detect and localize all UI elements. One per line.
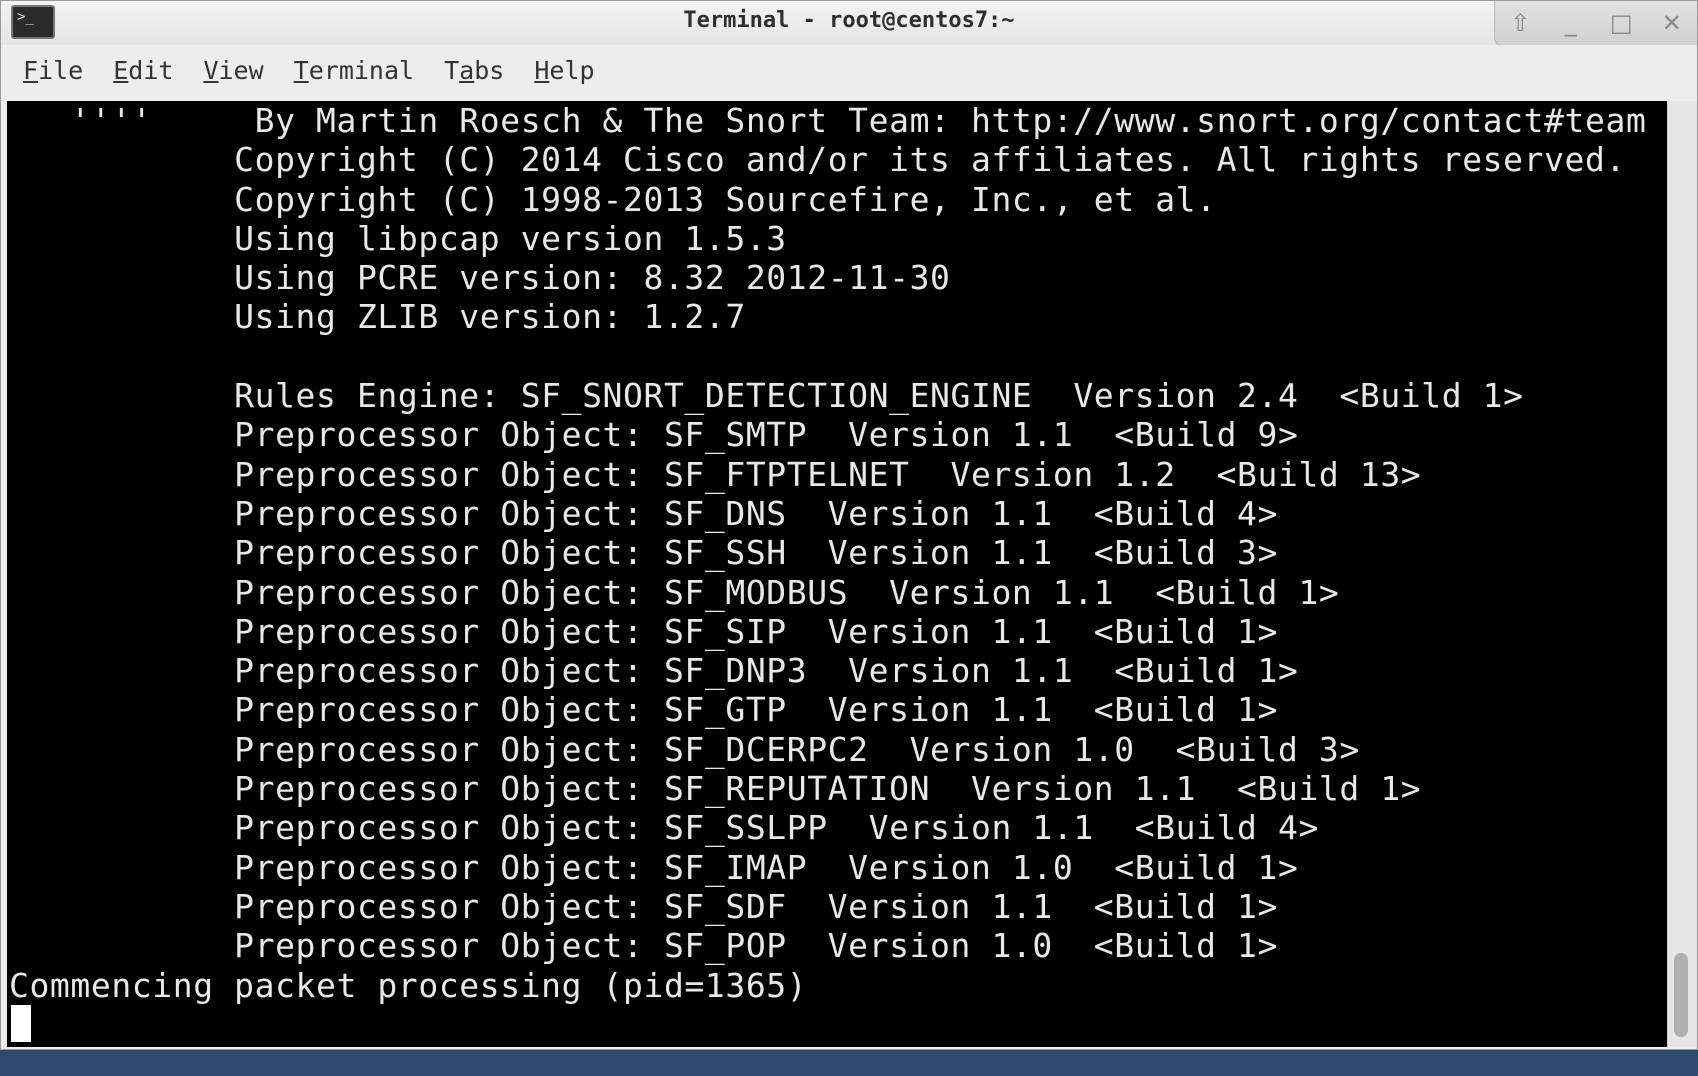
terminal-line: Preprocessor Object: SF_SMTP Version 1.1…: [9, 415, 1299, 455]
menu-edit[interactable]: Edit: [101, 52, 185, 89]
menu-bar: File Edit View Terminal Tabs Help: [1, 45, 1697, 95]
terminal-line: Preprocessor Object: SF_FTPTELNET Versio…: [9, 454, 1422, 494]
title-bar[interactable]: >_ Terminal - root@centos7:~ ⇧ _ □ ✕: [1, 1, 1697, 46]
menu-edit-mnemonic: E: [113, 55, 129, 85]
menu-help-label: elp: [549, 55, 595, 85]
terminal-line: Commencing packet processing (pid=1365): [9, 965, 808, 1005]
menu-help[interactable]: Help: [522, 52, 606, 89]
menu-view[interactable]: View: [191, 52, 275, 89]
menu-terminal[interactable]: Terminal: [282, 52, 426, 89]
text-cursor: [11, 1004, 31, 1042]
terminal-line: Preprocessor Object: SF_POP Version 1.0 …: [9, 926, 1278, 966]
terminal-line: Preprocessor Object: SF_IMAP Version 1.0…: [9, 847, 1299, 887]
menu-file-mnemonic: F: [23, 55, 39, 85]
menu-file[interactable]: File: [11, 52, 95, 89]
window-controls: ⇧ _ □ ✕: [1494, 1, 1697, 46]
terminal-line: Using libpcap version 1.5.3: [9, 218, 787, 258]
terminal-window: >_ Terminal - root@centos7:~ ⇧ _ □ ✕ Fil…: [0, 0, 1698, 1050]
menu-help-mnemonic: H: [534, 55, 550, 85]
menu-view-mnemonic: V: [203, 55, 219, 85]
terminal-line: Preprocessor Object: SF_GTP Version 1.1 …: [9, 690, 1278, 730]
menu-tabs-prefix: T: [444, 55, 460, 85]
terminal-line: Preprocessor Object: SF_SIP Version 1.1 …: [9, 611, 1278, 651]
menu-file-label: ile: [38, 55, 84, 85]
menu-edit-label: dit: [128, 55, 174, 85]
terminal-line: Rules Engine: SF_SNORT_DETECTION_ENGINE …: [9, 376, 1524, 416]
terminal-line: Preprocessor Object: SF_SSLPP Version 1.…: [9, 808, 1319, 848]
terminal-line: Preprocessor Object: SF_SSH Version 1.1 …: [9, 533, 1278, 573]
menu-tabs[interactable]: Tabs: [432, 52, 516, 89]
menu-view-label: iew: [218, 55, 264, 85]
terminal-line: Preprocessor Object: SF_REPUTATION Versi…: [9, 769, 1422, 809]
shade-icon: ⇧: [1510, 9, 1531, 37]
terminal-prompt-line: [7, 1004, 1667, 1044]
close-button[interactable]: ✕: [1655, 8, 1689, 38]
terminal-line: Preprocessor Object: SF_DNS Version 1.1 …: [9, 493, 1278, 533]
minimize-icon: _: [1564, 9, 1577, 37]
shade-button[interactable]: ⇧: [1503, 8, 1537, 38]
terminal-scrollbar[interactable]: [1667, 101, 1697, 1047]
maximize-button[interactable]: □: [1604, 8, 1638, 38]
terminal-line: Preprocessor Object: SF_MODBUS Version 1…: [9, 572, 1340, 612]
menu-terminal-label: erminal: [308, 55, 415, 85]
terminal-output[interactable]: '''' By Martin Roesch & The Snort Team: …: [7, 101, 1667, 1047]
terminal-line: Using PCRE version: 8.32 2012-11-30: [9, 258, 951, 298]
menu-tabs-label: bs: [474, 55, 505, 85]
terminal-line: Preprocessor Object: SF_DNP3 Version 1.1…: [9, 651, 1299, 691]
scrollbar-thumb[interactable]: [1674, 953, 1688, 1037]
terminal-line: '''' By Martin Roesch & The Snort Team: …: [9, 101, 1647, 140]
menu-terminal-mnemonic: T: [293, 55, 309, 85]
minimize-button[interactable]: _: [1554, 8, 1588, 38]
menu-tabs-mnemonic: a: [459, 55, 475, 85]
terminal-line: Copyright (C) 1998-2013 Sourcefire, Inc.…: [9, 179, 1217, 219]
maximize-icon: □: [1609, 9, 1633, 37]
desktop-panel: [0, 1050, 1698, 1076]
window-title: Terminal - root@centos7:~: [683, 8, 1015, 33]
terminal-line: Copyright (C) 2014 Cisco and/or its affi…: [9, 140, 1626, 180]
close-icon: ✕: [1661, 9, 1682, 37]
terminal-line: Using ZLIB version: 1.2.7: [9, 297, 746, 337]
terminal-line: Preprocessor Object: SF_DCERPC2 Version …: [9, 729, 1360, 769]
terminal-line: Preprocessor Object: SF_SDF Version 1.1 …: [9, 886, 1278, 926]
